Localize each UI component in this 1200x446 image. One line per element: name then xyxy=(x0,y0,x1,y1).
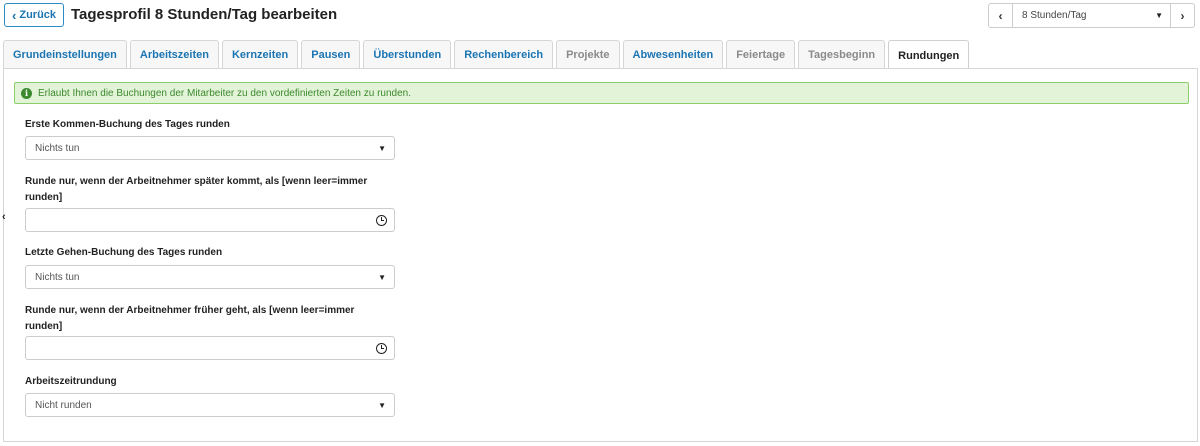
tab-content-panel: ‹ i Erlaubt Ihnen die Buchungen der Mita… xyxy=(2,68,1198,442)
last-out-rounding-value: Nichts tun xyxy=(35,271,80,283)
tab-tagesbeginn[interactable]: Tagesbeginn xyxy=(798,40,886,69)
worktime-rounding-select[interactable]: Nicht runden ▼ xyxy=(25,393,395,417)
profile-navigator: ‹ 8 Stunden/Tag ▼ › xyxy=(988,3,1195,28)
info-circle-icon: i xyxy=(21,87,32,99)
tab-feiertage[interactable]: Feiertage xyxy=(726,40,796,69)
first-in-rounding-select[interactable]: Nichts tun ▼ xyxy=(25,136,395,160)
tab-rundungen[interactable]: Rundungen xyxy=(888,40,970,70)
chevron-left-icon: ‹ xyxy=(12,7,17,23)
early-threshold-label: Runde nur, wenn der Arbeitnehmer früher … xyxy=(25,305,355,332)
worktime-rounding-label: Arbeitszeitrundung xyxy=(25,376,117,387)
worktime-rounding-value: Nicht runden xyxy=(35,399,92,411)
page-header: ‹ Zurück Tagesprofil 8 Stunden/Tag bearb… xyxy=(0,0,1200,34)
first-in-rounding-label: Erste Kommen-Buchung des Tages runden xyxy=(25,119,230,130)
late-threshold-label: Runde nur, wenn der Arbeitnehmer später … xyxy=(25,176,368,203)
chevron-right-icon: › xyxy=(1180,8,1185,23)
back-button-label: Zurück xyxy=(19,9,57,21)
late-threshold-input[interactable] xyxy=(25,208,395,232)
clock-icon[interactable] xyxy=(376,343,387,354)
chevron-left-icon[interactable]: ‹ xyxy=(2,211,6,223)
caret-down-icon: ▼ xyxy=(1155,11,1163,20)
tab-ueberstunden[interactable]: Überstunden xyxy=(363,40,452,69)
tab-arbeitszeiten[interactable]: Arbeitszeiten xyxy=(129,40,219,69)
info-alert-text: Erlaubt Ihnen die Buchungen der Mitarbei… xyxy=(38,87,412,99)
early-threshold-input[interactable] xyxy=(25,336,395,360)
first-in-rounding-value: Nichts tun xyxy=(35,142,80,154)
tab-pausen[interactable]: Pausen xyxy=(301,40,361,69)
chevron-left-icon: ‹ xyxy=(998,8,1003,23)
caret-down-icon: ▼ xyxy=(378,273,386,282)
tab-bar: Grundeinstellungen Arbeitszeiten Kernzei… xyxy=(3,40,970,70)
caret-down-icon: ▼ xyxy=(378,144,386,153)
tab-grundeinstellungen[interactable]: Grundeinstellungen xyxy=(3,40,127,69)
page-title: Tagesprofil 8 Stunden/Tag bearbeiten xyxy=(71,6,338,23)
previous-profile-button[interactable]: ‹ xyxy=(989,4,1013,27)
tab-projekte[interactable]: Projekte xyxy=(556,40,620,69)
last-out-rounding-label: Letzte Gehen-Buchung des Tages runden xyxy=(25,247,223,258)
caret-down-icon: ▼ xyxy=(378,401,386,410)
tab-kernzeiten[interactable]: Kernzeiten xyxy=(221,40,299,69)
tab-rechenbereich[interactable]: Rechenbereich xyxy=(454,40,554,69)
profile-select-value: 8 Stunden/Tag xyxy=(1022,10,1087,21)
last-out-rounding-select[interactable]: Nichts tun ▼ xyxy=(25,265,395,289)
profile-select[interactable]: 8 Stunden/Tag ▼ xyxy=(1013,4,1170,27)
clock-icon[interactable] xyxy=(376,215,387,226)
tab-abwesenheiten[interactable]: Abwesenheiten xyxy=(622,40,724,69)
back-button[interactable]: ‹ Zurück xyxy=(4,3,65,27)
next-profile-button[interactable]: › xyxy=(1170,4,1194,27)
info-alert: i Erlaubt Ihnen die Buchungen der Mitarb… xyxy=(14,82,1189,104)
